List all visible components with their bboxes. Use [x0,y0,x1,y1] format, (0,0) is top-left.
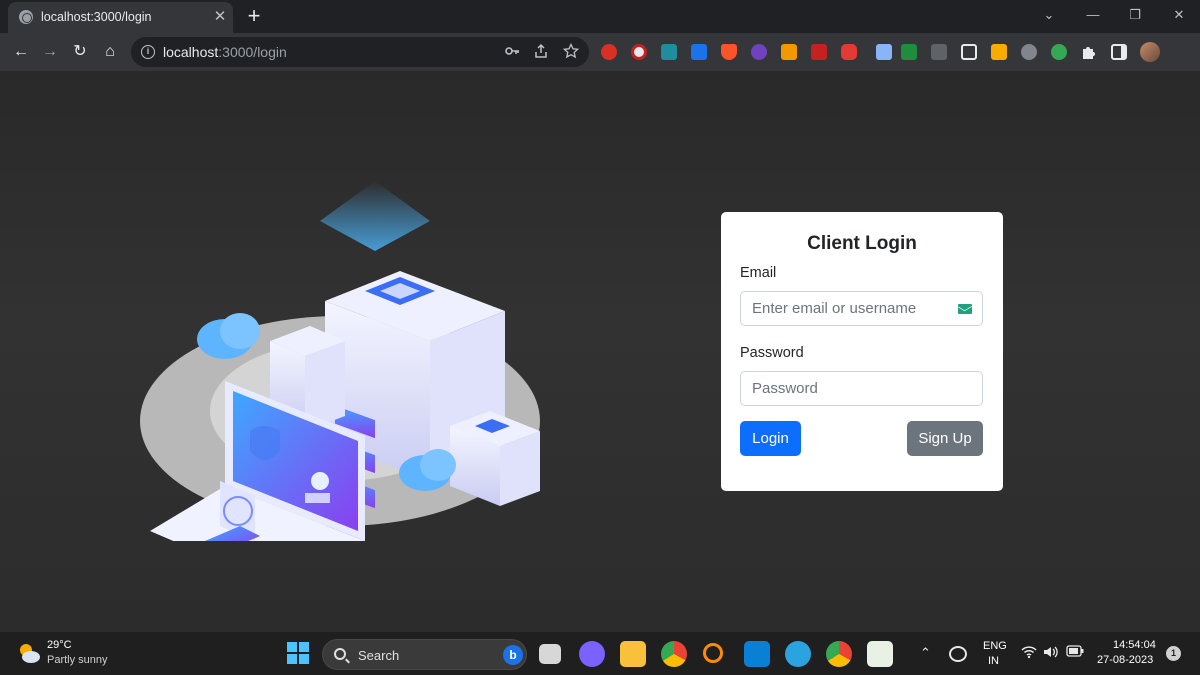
extension-grey-icon[interactable] [631,44,647,60]
site-info-icon[interactable]: i [141,45,155,59]
login-button[interactable]: Login [740,421,801,456]
taskbar: 29°C Partly sunny Search b ⌃ ENG IN 14:5… [0,631,1200,675]
extension-crop-icon[interactable] [961,44,977,60]
globe-icon [19,10,33,24]
login-page: Client Login Email Password Login Sign U… [0,71,1200,631]
notepad-icon[interactable] [867,641,893,667]
weather-temperature[interactable]: 29°C [47,639,72,651]
url-text[interactable]: localhost:3000/login [163,44,287,60]
taskbar-search[interactable]: Search b [322,639,527,670]
password-input[interactable] [741,372,982,405]
forward-button[interactable]: → [38,40,62,64]
chrome-active-icon[interactable] [826,641,852,667]
extension-orange-icon[interactable] [781,44,797,60]
browser-toolbar: ← → ↻ ⌂ i localhost:3000/login [0,33,1200,71]
restore-button[interactable]: ❐ [1122,4,1148,26]
weather-description[interactable]: Partly sunny [47,654,108,666]
sidepanel-icon[interactable] [1111,44,1127,60]
windows-start-icon[interactable] [287,642,309,664]
chat-icon[interactable] [579,641,605,667]
password-field-wrapper [740,371,983,406]
email-input[interactable] [741,292,982,325]
clock-date[interactable]: 27-08-2023 [1097,654,1153,666]
star-icon[interactable] [562,42,580,61]
tab-strip: localhost:3000/login ✕ + ⌄ — ❐ ✕ [0,0,1200,33]
extension-red-icon[interactable] [601,44,617,60]
wifi-icon[interactable] [1021,645,1037,662]
profile-avatar-icon[interactable] [1140,42,1160,62]
chrome-icon[interactable] [661,641,687,667]
extension-image-icon[interactable] [991,44,1007,60]
home-button[interactable]: ⌂ [98,40,122,64]
tab-close-icon[interactable]: ✕ [211,8,229,26]
extension-brave-icon[interactable] [721,44,737,60]
volume-icon[interactable] [1043,645,1059,662]
tab-search-icon[interactable]: ⌄ [1036,4,1062,26]
sync-icon[interactable] [949,646,967,662]
telegram-icon[interactable] [785,641,811,667]
address-bar[interactable]: i localhost:3000/login [131,37,589,67]
tab-title: localhost:3000/login [41,10,152,24]
email-label: Email [740,265,777,281]
email-field-wrapper [740,291,983,326]
browser-tab[interactable]: localhost:3000/login ✕ [8,2,233,33]
new-tab-button[interactable]: + [243,5,265,27]
weather-partly-sunny-icon[interactable] [17,641,41,665]
signup-button[interactable]: Sign Up [907,421,983,456]
extension-pen-icon[interactable] [876,44,892,60]
battery-icon[interactable] [1066,645,1084,660]
key-icon[interactable] [503,43,521,61]
minimize-button[interactable]: — [1080,4,1106,26]
language-indicator[interactable]: ENG [983,640,1007,652]
extension-green-icon[interactable] [1051,44,1067,60]
extension-red2-icon[interactable] [811,44,827,60]
extension-youtube-icon[interactable] [841,44,857,60]
task-view-icon[interactable] [539,644,561,664]
password-label: Password [740,345,804,361]
search-label: Search [358,648,400,663]
extension-blue-icon[interactable] [691,44,707,60]
login-title: Client Login [807,233,917,254]
close-window-button[interactable]: ✕ [1166,4,1192,26]
reload-button[interactable]: ↻ [68,40,92,64]
server-security-illustration [140,181,540,541]
extension-teal-icon[interactable] [661,44,677,60]
search-app-icon[interactable] [703,643,723,663]
language-region[interactable]: IN [988,655,999,667]
extension-n-icon[interactable] [931,44,947,60]
file-explorer-icon[interactable] [620,641,646,667]
search-icon [334,648,346,660]
extension-db-icon[interactable] [1021,44,1037,60]
notification-badge[interactable]: 1 [1166,646,1181,661]
share-icon[interactable] [532,43,550,61]
extension-purple-icon[interactable] [751,44,767,60]
login-card: Client Login Email Password Login Sign U… [721,212,1003,491]
puzzle-icon[interactable] [1081,44,1097,60]
mail-icon [958,304,972,314]
back-button[interactable]: ← [9,40,33,64]
tray-overflow-icon[interactable]: ⌃ [920,645,931,661]
bing-icon[interactable]: b [503,645,523,665]
clock-time[interactable]: 14:54:04 [1113,639,1156,651]
extension-folder-icon[interactable] [901,44,917,60]
vscode-icon[interactable] [744,641,770,667]
